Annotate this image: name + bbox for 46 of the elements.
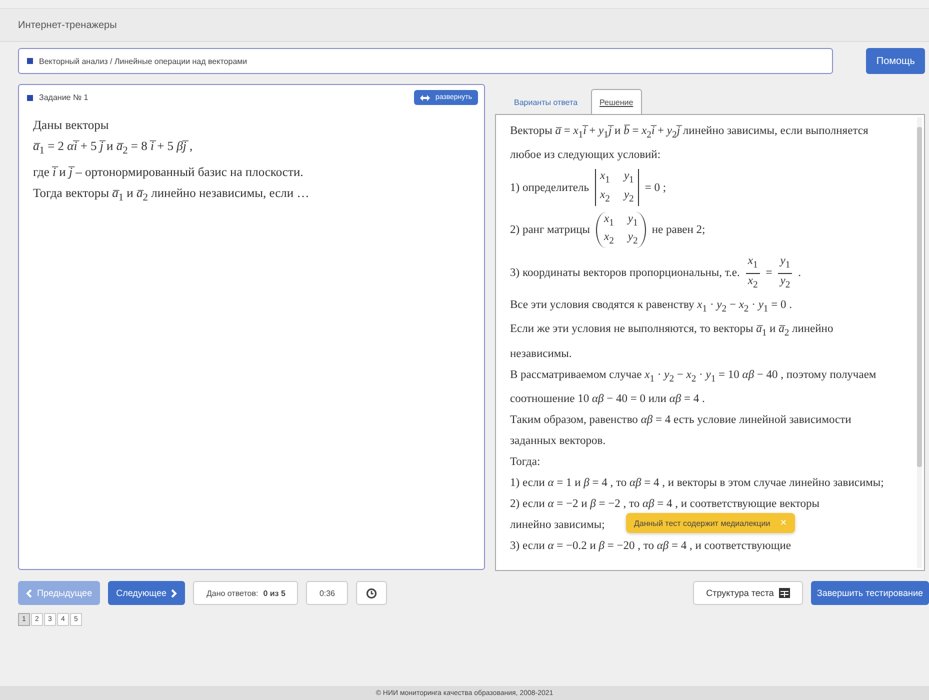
solution-text: Векторы a̅ = x$_{1}$i̅ + y$_{1}$j̅ и b̅ = x$_{2}$i̅ + y$_{2}$j̅ линейно зависимы, если выполняется любое из следующих условий: (510, 124, 870, 164)
breadcrumb-text: Векторный анализ / Линейные операции над векторами (39, 56, 248, 66)
table-icon (778, 588, 790, 598)
task-text-line: где i̅ и j̅ – ортонормированный базис на плоскости. (33, 164, 304, 181)
equals-sign: = (766, 266, 772, 282)
clock-icon (366, 588, 378, 598)
solution-text: . (798, 266, 802, 282)
solution-text: Тогда: (510, 454, 540, 470)
solution-text: В рассматриваемом случае x$_{1}$ · y$_{2}$ − x$_{2}$ · y$_{1}$ = 10 αβ − 40 , поэтому получаем соотношение 10 αβ − 40 = 0 или αβ = 4 . (510, 368, 878, 407)
matrix: x$_{1}$ y$_{1}$ x$_{2}$ y$_{2}$ (596, 212, 646, 248)
clock-button[interactable] (356, 581, 388, 605)
double-arrow-icon (420, 94, 430, 100)
solution-text: Все эти условия сводятся к равенству x$_{1}$ · y$_{2}$ − x$_{2}$ · y$_{1}$ = 0 . (510, 298, 792, 316)
task-title: Задание № 1 (39, 93, 90, 102)
finish-button[interactable]: Завершить тестирование (810, 581, 929, 605)
chevron-left-icon (26, 588, 32, 598)
task-text-line: Даны векторы (33, 117, 110, 134)
solution-text: 1) если α = 1 и β = 4 , то αβ = 4 , и векторы в этом случае линейно зависимы; (510, 476, 884, 491)
fraction: y$_{1}$ y$_{2}$ (778, 254, 792, 292)
square-icon (27, 58, 33, 64)
help-button[interactable]: Помощь (866, 48, 925, 74)
timer: 0:36 (306, 581, 348, 605)
tab[interactable]: Решение (590, 89, 642, 115)
next-button[interactable]: Следующее (108, 581, 186, 605)
chevron-right-icon (171, 588, 178, 598)
determinant: x$_{1}$ y$_{1}$ x$_{2}$ y$_{2}$ (595, 169, 639, 206)
app-title: Интернет-тренажеры (18, 20, 117, 30)
solution-text: Таким образом, равенство αβ = 4 есть условие линейной зависимости заданных векторов. (510, 412, 852, 449)
solution-text: не равен 2; (652, 223, 706, 238)
tab[interactable]: Варианты ответа (505, 89, 587, 115)
task-text-line: a̅$_{1}$ = 2 αi̅ + 5 j̅ и a̅$_{2}$ = 8 i̅ + 5 βj̅ , (33, 138, 194, 158)
task-text-line: Тогда векторы a̅$_{1}$ и a̅$_{2}$ линейно независимы, если … (33, 184, 310, 205)
solution-text: = 0 ; (644, 180, 666, 196)
solution-text: линейно зависимы; (510, 518, 605, 533)
solution-text: 3) координаты векторов пропорциональны, т.е. (510, 266, 740, 282)
tooltip-text: Данный тест содержит медиалекции (634, 518, 770, 528)
solution-text: 3) если α = −0.2 и β = −20 , то αβ = 4 , и соответствующие (510, 538, 792, 554)
solution-text: 2) если α = −2 и β = −2 , то αβ = 4 , и соответствующие векторы (510, 496, 820, 512)
square-icon (27, 94, 33, 100)
answered-count: Дано ответов: 0 из 5 (193, 581, 298, 605)
solution-text: 1) определитель (510, 180, 590, 196)
test-structure-button[interactable]: Структура теста (693, 581, 803, 605)
solution-text: Если же эти условия не выполняются, то векторы a̅$_{1}$ и a̅$_{2}$ линейно независимы. (510, 322, 834, 362)
fraction: x$_{1}$ x$_{2}$ (746, 254, 760, 292)
solution-text: 2) ранг матрицы (510, 223, 590, 238)
scrollbar[interactable] (917, 117, 922, 568)
